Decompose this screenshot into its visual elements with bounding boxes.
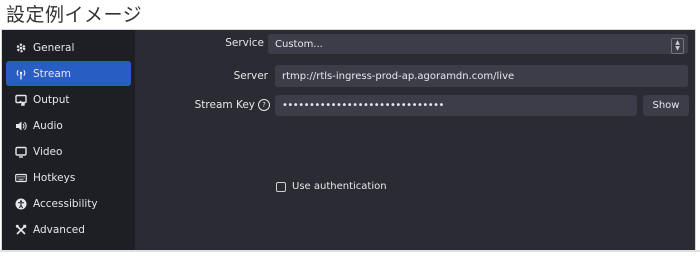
sidebar-item-video[interactable]: Video — [6, 139, 131, 164]
server-input[interactable]: rtmp://rtls-ingress-prod-ap.agoramdn.com… — [275, 65, 688, 87]
sidebar-item-label: Stream — [33, 67, 71, 80]
keyboard-icon — [14, 171, 27, 184]
use-authentication-checkbox[interactable] — [276, 182, 286, 192]
sidebar-item-label: Output — [33, 93, 70, 106]
monitor-icon — [14, 145, 27, 158]
sidebar-item-label: General — [33, 41, 75, 54]
antenna-icon — [14, 67, 27, 80]
tools-icon — [14, 223, 27, 236]
stream-settings-panel: Service Custom... ▲ ▼ Server rtmp://rtls-… — [135, 30, 695, 250]
show-key-button[interactable]: Show — [643, 95, 689, 116]
stream-key-label-text: Stream Key — [194, 99, 255, 111]
sidebar-item-label: Hotkeys — [33, 171, 76, 184]
help-icon[interactable]: ? — [258, 99, 270, 111]
settings-window: General Stream Output Audio Video Hotkey… — [1, 29, 696, 251]
chevron-updown-icon: ▲ ▼ — [671, 38, 684, 54]
sidebar-item-audio[interactable]: Audio — [6, 113, 131, 138]
sidebar-item-advanced[interactable]: Advanced — [6, 217, 131, 242]
page-title: 設定例イメージ — [6, 4, 143, 26]
sidebar-item-label: Video — [33, 145, 63, 158]
sidebar-item-hotkeys[interactable]: Hotkeys — [6, 165, 131, 190]
sidebar-item-label: Advanced — [33, 223, 85, 236]
sidebar-item-label: Audio — [33, 119, 63, 132]
server-label: Server — [233, 70, 268, 82]
gear-icon — [14, 41, 27, 54]
server-value: rtmp://rtls-ingress-prod-ap.agoramdn.com… — [282, 70, 515, 82]
sidebar-item-stream[interactable]: Stream — [6, 61, 131, 86]
service-value: Custom... — [275, 38, 323, 50]
speaker-icon — [14, 119, 27, 132]
stream-key-label: Stream Key? — [175, 99, 270, 111]
use-authentication-label[interactable]: Use authentication — [292, 181, 387, 192]
service-select[interactable]: Custom... ▲ ▼ — [268, 34, 688, 54]
stream-key-input[interactable]: •••••••••••••••••••••••••••••• — [275, 95, 637, 116]
settings-sidebar: General Stream Output Audio Video Hotkey… — [2, 30, 135, 250]
sidebar-item-output[interactable]: Output — [6, 87, 131, 112]
accessibility-icon — [14, 197, 27, 210]
service-label: Service — [225, 37, 264, 49]
sidebar-item-accessibility[interactable]: Accessibility — [6, 191, 131, 216]
sidebar-item-general[interactable]: General — [6, 35, 131, 60]
output-icon — [14, 93, 27, 106]
stream-key-value: •••••••••••••••••••••••••••••• — [282, 100, 444, 111]
sidebar-item-label: Accessibility — [33, 197, 98, 210]
divider — [0, 250, 700, 252]
